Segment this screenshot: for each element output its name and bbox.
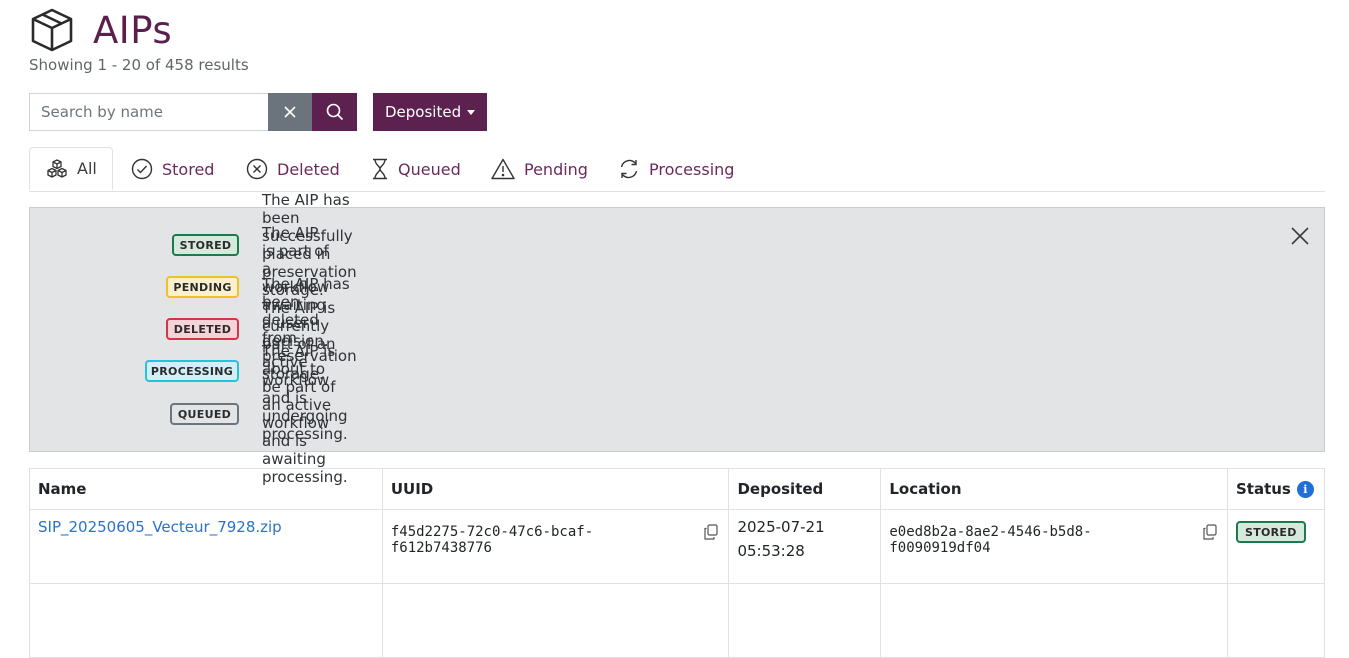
tab-stored[interactable]: Stored [131,147,214,191]
deposited-date: 2025-07-21 [737,518,825,536]
tab-deleted[interactable]: Deleted [246,147,340,191]
status-badge: STORED [1235,521,1306,543]
deposited-time: 05:53:28 [737,542,805,560]
search-button[interactable] [312,93,357,131]
tab-label: Queued [398,159,461,179]
search-group [29,93,357,131]
location-line: f0090919df04 [889,540,991,556]
column-header-deposited[interactable]: Deposited [728,468,882,510]
check-circle-icon [131,158,153,180]
search-icon [326,103,343,121]
name-cell [29,583,383,658]
status-tabs: All Stored Deleted Queued Pending Proces… [29,147,1325,192]
status-badge: PENDING [166,276,239,298]
close-icon [284,106,296,118]
location-value: e0ed8b2a-8ae2-4546-b5d8- f0090919df04 [889,518,1219,556]
refresh-icon [620,159,638,179]
caret-down-icon [467,109,476,115]
close-legend-icon[interactable] [1290,226,1310,246]
clear-search-button[interactable] [268,93,312,131]
table-header-row: Name UUID Deposited Location Status i [29,468,1326,510]
status-badge: DELETED [166,318,239,340]
copy-icon[interactable] [1203,524,1217,540]
deposited-filter-dropdown[interactable]: Deposited [373,93,488,131]
location-line: e0ed8b2a-8ae2-4546-b5d8- [889,524,1092,540]
uuid-line: f45d2275-72c0-47c6-bcaf- [390,524,594,540]
column-header-uuid[interactable]: UUID [381,468,730,510]
status-badge: PROCESSING [145,360,239,382]
location-cell: e0ed8b2a-8ae2-4546-b5d8- f0090919df04 [880,509,1228,584]
table-row: SIP_20250605_Vecteur_7928.zip f45d2275-7… [29,509,1326,584]
tab-label: Pending [524,159,588,179]
deposited-cell [728,583,882,658]
deposited-cell: 2025-07-21 05:53:28 [728,509,882,584]
column-header-status: Status i [1226,468,1326,510]
status-cell [1226,583,1326,658]
aip-name-link[interactable]: SIP_20250605_Vecteur_7928.zip [38,518,282,536]
uuid-cell [381,583,730,658]
uuid-line: f612b7438776 [390,540,492,556]
tab-all[interactable]: All [29,147,113,190]
page-header: AIPs [29,6,172,54]
info-icon[interactable]: i [1296,481,1314,498]
tab-label: Deleted [277,159,340,179]
copy-icon[interactable] [704,524,719,540]
tab-label: All [77,159,97,178]
column-header-location[interactable]: Location [880,468,1228,510]
tab-label: Stored [162,159,215,179]
boxes-icon [47,158,67,178]
status-badge: QUEUED [170,403,239,425]
tab-label: Processing [649,159,735,179]
uuid-cell: f45d2275-72c0-47c6-bcaf- f612b7438776 [381,509,730,584]
box-icon [31,8,73,52]
tab-pending[interactable]: Pending [491,147,588,191]
uuid-value: f45d2275-72c0-47c6-bcaf- f612b7438776 [391,518,721,556]
status-legend-panel: STORED The AIP has been successfully pla… [29,191,1325,486]
tab-processing[interactable]: Processing [618,147,734,191]
hourglass-icon [373,158,387,180]
warning-triangle-icon [491,158,515,180]
status-badge: STORED [172,234,239,256]
search-input[interactable] [29,93,268,131]
column-header-name[interactable]: Name [29,468,383,510]
status-header-label: Status [1235,480,1291,498]
page-title: AIPs [93,8,173,52]
location-cell [880,583,1228,658]
legend-description: The AIP is about to be part of an active… [262,342,348,486]
status-cell: STORED [1226,509,1326,584]
x-circle-icon [246,158,268,180]
results-count: Showing 1 - 20 of 458 results [29,56,249,74]
table-row [29,583,1326,658]
name-cell: SIP_20250605_Vecteur_7928.zip [29,509,383,584]
aips-table: Name UUID Deposited Location Status i SIP… [29,468,1326,658]
deposited-filter-label: Deposited [385,103,462,121]
tab-queued[interactable]: Queued [371,147,461,191]
